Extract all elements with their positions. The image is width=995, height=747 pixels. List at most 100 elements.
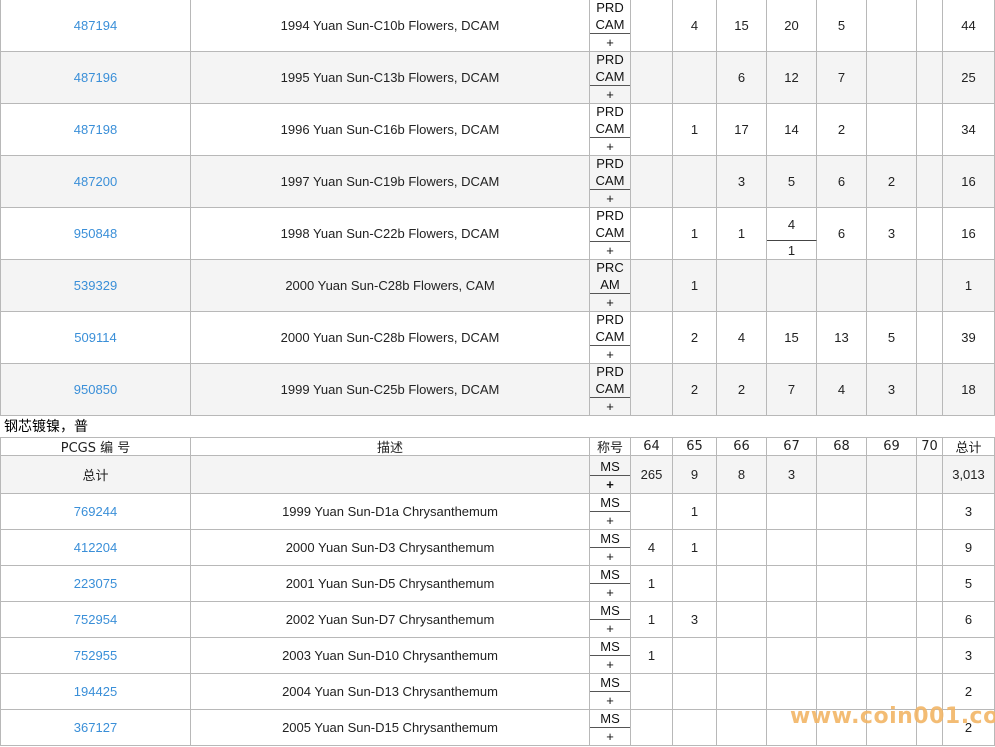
count-cell [867, 638, 917, 674]
pcgs-number-link[interactable]: 194425 [0, 674, 191, 710]
count-cell [867, 602, 917, 638]
plus-grade-link[interactable]: + [590, 241, 630, 259]
column-header-desc: 描述 [191, 437, 590, 456]
total-cell: 1 [943, 260, 995, 312]
count-cell: 1 [717, 208, 767, 260]
total-cell: 25 [943, 52, 995, 104]
pcgs-number-link[interactable]: 950848 [0, 208, 191, 260]
plus-grade-link[interactable]: + [590, 85, 630, 103]
plus-grade-link[interactable]: + [590, 137, 630, 155]
total-cell: 6 [943, 602, 995, 638]
plus-grade-link[interactable]: + [590, 547, 630, 565]
column-header-g67: 67 [767, 437, 817, 456]
count-cell: 1 [631, 566, 673, 602]
grade-label: MS [600, 639, 620, 654]
count-cell: 3 [867, 208, 917, 260]
count-cell [767, 260, 817, 312]
count-cell-plus: 1 [767, 241, 817, 260]
grade-label: PRDCAM [595, 312, 625, 344]
grade-cell: PRDCAM + [590, 104, 631, 156]
count-cell-grade: 4 [767, 208, 817, 241]
count-cell: 1 [673, 530, 717, 566]
count-cell [817, 494, 867, 530]
grade-cell: MS + [590, 566, 631, 602]
column-header-g69: 69 [867, 437, 917, 456]
column-header-g64: 64 [631, 437, 673, 456]
pcgs-number-link[interactable]: 769244 [0, 494, 191, 530]
count-cell [817, 638, 867, 674]
count-cell [817, 260, 867, 312]
column-header-pcgs: PCGS 编 号 [0, 437, 191, 456]
plus-grade-link[interactable]: + [590, 33, 630, 51]
grade-label: PRDCAM [595, 0, 625, 32]
grade-label: PRDCAM [595, 156, 625, 188]
plus-grade-link[interactable]: + [590, 691, 630, 709]
pcgs-number-link[interactable]: 487194 [0, 0, 191, 52]
grade-label: PRDCAM [595, 208, 625, 240]
coin-description: 1994 Yuan Sun-C10b Flowers, DCAM [191, 0, 590, 52]
coin-description: 2000 Yuan Sun-C28b Flowers, CAM [191, 260, 590, 312]
grade-label: MS [600, 495, 620, 510]
column-header-total: 总计 [943, 437, 995, 456]
pcgs-number-link[interactable]: 367127 [0, 710, 191, 746]
count-cell [817, 566, 867, 602]
total-cell: 34 [943, 104, 995, 156]
pcgs-number-link[interactable]: 223075 [0, 566, 191, 602]
plus-grade-link[interactable]: + [590, 655, 630, 673]
count-cell [917, 0, 943, 52]
pcgs-number-link[interactable]: 487198 [0, 104, 191, 156]
count-cell [867, 494, 917, 530]
plus-grade-link[interactable]: + [590, 293, 630, 311]
count-cell [631, 312, 673, 364]
pcgs-number-link[interactable]: 487196 [0, 52, 191, 104]
count-cell: 13 [817, 312, 867, 364]
column-header-g70: 70 [917, 437, 943, 456]
count-cell: 14 [767, 104, 817, 156]
pcgs-number-link[interactable]: 752955 [0, 638, 191, 674]
pcgs-number-link[interactable]: 412204 [0, 530, 191, 566]
grade-label: MS [600, 711, 620, 726]
plus-grade-link[interactable]: + [590, 583, 630, 601]
pcgs-number-link[interactable]: 752954 [0, 602, 191, 638]
plus-grade-link[interactable]: + [590, 511, 630, 529]
summary-count-cell [867, 456, 917, 494]
count-cell [767, 602, 817, 638]
count-cell: 20 [767, 0, 817, 52]
count-cell [717, 674, 767, 710]
count-cell [917, 602, 943, 638]
grade-label: MS [600, 675, 620, 690]
plus-grade-link[interactable]: + [590, 475, 630, 493]
grade-cell: MS + [590, 710, 631, 746]
column-header-g66: 66 [717, 437, 767, 456]
plus-grade-link[interactable]: + [590, 397, 630, 415]
count-cell: 4 [817, 364, 867, 416]
plus-grade-link[interactable]: + [590, 189, 630, 207]
count-cell [917, 566, 943, 602]
watermark-logo: www.coin001.com [790, 704, 995, 729]
plus-grade-link[interactable]: + [590, 619, 630, 637]
total-cell: 9 [943, 530, 995, 566]
summary-count-cell [817, 456, 867, 494]
coin-description: 1996 Yuan Sun-C16b Flowers, DCAM [191, 104, 590, 156]
pcgs-number-link[interactable]: 950850 [0, 364, 191, 416]
pcgs-number-link[interactable]: 539329 [0, 260, 191, 312]
summary-label: 总计 [0, 456, 191, 494]
count-cell: 5 [817, 0, 867, 52]
count-cell [631, 674, 673, 710]
count-cell [631, 208, 673, 260]
pcgs-number-link[interactable]: 487200 [0, 156, 191, 208]
pcgs-number-link[interactable]: 509114 [0, 312, 191, 364]
plus-grade-link[interactable]: + [590, 727, 630, 745]
count-cell [917, 156, 943, 208]
grade-cell: PRDCAM + [590, 208, 631, 260]
coin-description: 1999 Yuan Sun-D1a Chrysanthemum [191, 494, 590, 530]
plus-grade-link[interactable]: + [590, 345, 630, 363]
total-cell: 3 [943, 638, 995, 674]
total-cell: 44 [943, 0, 995, 52]
grade-cell: PRCAM + [590, 260, 631, 312]
grade-cell: MS + [590, 530, 631, 566]
count-cell [717, 566, 767, 602]
count-cell [867, 566, 917, 602]
count-cell: 15 [717, 0, 767, 52]
summary-description [191, 456, 590, 494]
